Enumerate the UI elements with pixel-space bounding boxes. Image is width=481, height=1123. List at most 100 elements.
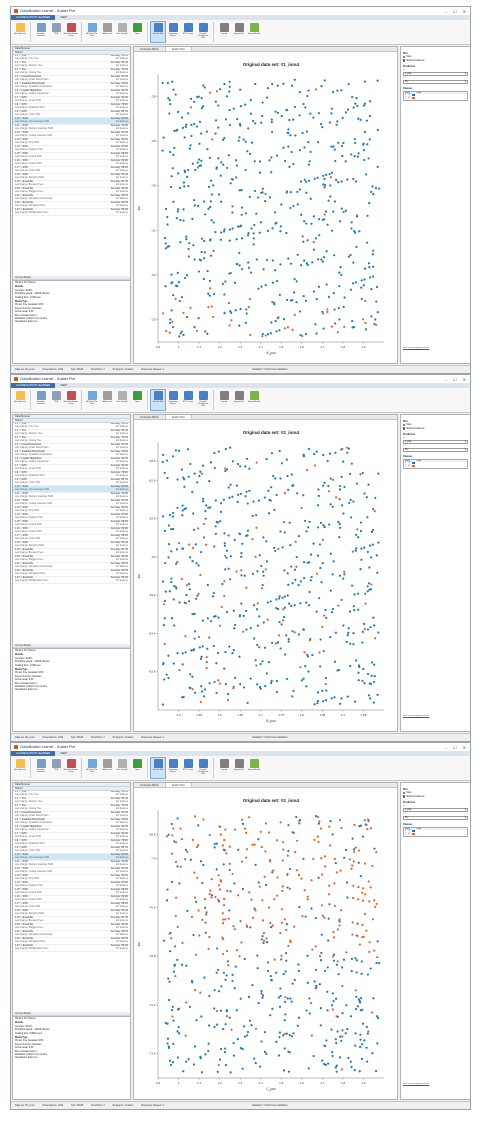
model-list-item[interactable]: 1.13 ☆ KNN Accuracy: 90.2% Last change: Fi… xyxy=(13,507,130,514)
scatter-plot[interactable]: Original data set: #2_inout1.5 1.55 1.6 1.6… xyxy=(134,420,399,733)
document-tab[interactable]: Scatter Plot xyxy=(165,47,192,51)
model-list-item[interactable]: 1.17 ☆ KNN Accuracy: 88.0% Last change: Cu… xyxy=(13,903,130,910)
toolstrip-button[interactable]: Layout xyxy=(217,390,231,410)
radio-icon[interactable] xyxy=(403,424,406,427)
model-list-item[interactable]: 1.16 ☆ KNN Accuracy: 86.9% Last change: Co… xyxy=(13,160,130,167)
model-list-item[interactable]: 1.3 ☆ Tree Accuracy: 76.2% Last change: Co… xyxy=(13,437,130,444)
model-list-item[interactable]: 1.12 ☆ SVM Accuracy: 62.5% Last change: Co… xyxy=(13,132,130,139)
toolstrip-button[interactable]: New Session xyxy=(13,390,27,410)
class-color-swatch[interactable] xyxy=(412,97,416,100)
radio-icon[interactable] xyxy=(403,59,406,62)
model-list-item[interactable]: 1.5 ☆ Quadratic Discriminant Accuracy: 61… xyxy=(13,83,130,90)
model-list-item[interactable]: 1.21 ☆ Ensemble Accuracy: 63.0% Last chang… xyxy=(13,563,130,570)
toolstrip-button[interactable]: ROC Curve xyxy=(181,22,195,42)
toolstrip-button[interactable]: Parallel Coordinates Plot xyxy=(196,758,210,778)
scatter-plot[interactable]: Original data set: #1_inout0.9 1 1.1 1.2 1.3… xyxy=(134,52,399,365)
document-tab[interactable]: Confusion Matrix xyxy=(134,415,166,419)
model-list-item[interactable]: 1.1 ☆ Tree Accuracy: 85.4% Last change: Fi… xyxy=(13,55,130,62)
document-tab[interactable]: Scatter Plot xyxy=(165,783,192,787)
model-list-item[interactable]: 1.10 ☆ SVM Accuracy: 94.8% Last change: Fi… xyxy=(13,118,130,125)
model-list-item[interactable]: 1.19 ☆ Ensemble Accuracy: 85.7% Last chang… xyxy=(13,549,130,556)
model-list-item[interactable]: 1.11 ☆ SVM Accuracy: 79.4% Last change: Me… xyxy=(13,861,130,868)
model-list-item[interactable]: 1.18 ☆ KNN Accuracy: 89.1% Last change: We… xyxy=(13,910,130,917)
model-list-item[interactable]: 1.9 ☆ SVM Accuracy: 88.7% Last change: Cub… xyxy=(13,847,130,854)
model-list-item[interactable]: 1.19 ☆ Ensemble Accuracy: 85.7% Last chang… xyxy=(13,181,130,188)
toolstrip-button[interactable]: Advanced xyxy=(100,22,114,42)
model-list-item[interactable]: 1.3 ☆ Tree Accuracy: 76.2% Last change: Co… xyxy=(13,805,130,812)
toolstrip-button[interactable]: Scatter Plot xyxy=(150,389,166,411)
model-list-item[interactable]: 1.20 ☆ Ensemble Accuracy: 92.6% Last chang… xyxy=(13,556,130,563)
toolstrip-button[interactable]: Confusion Matrix xyxy=(166,390,180,410)
toolstrip-button[interactable]: Feature Selection xyxy=(34,390,48,410)
toolstrip-button[interactable]: Export Plot xyxy=(232,390,246,410)
model-list-item[interactable]: 1.16 ☆ KNN Accuracy: 86.9% Last change: Co… xyxy=(13,528,130,535)
toolstrip-button[interactable]: Train xyxy=(130,390,144,410)
document-tab[interactable]: Scatter Plot xyxy=(165,415,192,419)
toolstrip-button[interactable]: Layout xyxy=(217,22,231,42)
plot-option[interactable]: Model predictions xyxy=(403,59,468,62)
model-list-item[interactable]: 1.1 ☆ Tree Accuracy: 85.4% Last change: Fi… xyxy=(13,423,130,430)
model-list-item[interactable]: 1.7 ☆ SVM Accuracy: 60.4% Last change: Lin… xyxy=(13,465,130,472)
model-list-item[interactable]: 1.3 ☆ Tree Accuracy: 76.2% Last change: Co… xyxy=(13,69,130,76)
checkbox-icon[interactable]: ☑ xyxy=(408,462,410,464)
toolstrip-button[interactable]: Export Model xyxy=(247,390,261,410)
maximize-button[interactable]: ☐ xyxy=(453,745,457,750)
model-list-item[interactable]: 1.22 ☆ Ensemble Accuracy: 89.5% Last chang… xyxy=(13,938,130,945)
x-predictor-select[interactable]: x_pos ▾ xyxy=(403,71,468,76)
minimize-button[interactable]: – xyxy=(445,377,447,382)
document-tab[interactable]: Confusion Matrix xyxy=(134,783,166,787)
maximize-button[interactable]: ☐ xyxy=(453,9,457,14)
model-list-item[interactable]: 1.18 ☆ KNN Accuracy: 89.1% Last change: We… xyxy=(13,542,130,549)
model-list-item[interactable]: 1.9 ☆ SVM Accuracy: 88.7% Last change: Cub… xyxy=(13,111,130,118)
toolstrip-button[interactable]: All Quick-To-Train xyxy=(85,758,99,778)
model-list-item[interactable]: 1.7 ☆ SVM Accuracy: 60.4% Last change: Lin… xyxy=(13,97,130,104)
toolstrip-button[interactable]: ROC Curve xyxy=(181,390,195,410)
model-list-item[interactable]: 1.2 ☆ Tree Accuracy: 83.1% Last change: Me… xyxy=(13,798,130,805)
model-list-item[interactable]: 1.8 ☆ SVM Accuracy: 78.9% Last change: Qua… xyxy=(13,472,130,479)
model-list-item[interactable]: 1.4 ☆ Linear Discriminant Accuracy: 60.5%… xyxy=(13,76,130,83)
class-row[interactable]: 1 ☑ xyxy=(404,97,467,100)
toolstrip-button[interactable]: Export Plot xyxy=(232,758,246,778)
model-list-item[interactable]: 1.23 ☆ Ensemble Accuracy: 85.3% Last chang… xyxy=(13,945,130,952)
checkbox-icon[interactable]: ☑ xyxy=(408,97,410,99)
checkbox-icon[interactable]: ☑ xyxy=(408,465,410,467)
toolstrip-button[interactable]: Train xyxy=(130,758,144,778)
model-list-item[interactable]: 1.17 ☆ KNN Accuracy: 88.0% Last change: Cu… xyxy=(13,167,130,174)
toolstrip-button[interactable]: Parallel Coordinates Plot xyxy=(196,22,210,42)
model-list-item[interactable]: 1.19 ☆ Ensemble Accuracy: 85.7% Last chang… xyxy=(13,917,130,924)
model-list-item[interactable]: 1.1 ☆ Tree Accuracy: 85.4% Last change: Fi… xyxy=(13,791,130,798)
model-list-item[interactable]: 1.22 ☆ Ensemble Accuracy: 89.5% Last chang… xyxy=(13,202,130,209)
toolstrip-button[interactable]: Scatter Plot xyxy=(150,757,166,779)
toolstrip-button[interactable]: Export Plot xyxy=(232,22,246,42)
toolstrip-button[interactable]: Layout xyxy=(217,758,231,778)
plot-option[interactable]: Data xyxy=(403,424,468,427)
maximize-button[interactable]: ☐ xyxy=(453,377,457,382)
model-list-item[interactable]: 1.8 ☆ SVM Accuracy: 78.9% Last change: Qua… xyxy=(13,104,130,111)
model-list-item[interactable]: 1.13 ☆ KNN Accuracy: 90.2% Last change: Fi… xyxy=(13,875,130,882)
checkbox-icon[interactable]: ☑ xyxy=(408,833,410,835)
model-list-item[interactable]: 1.11 ☆ SVM Accuracy: 79.4% Last change: Me… xyxy=(13,493,130,500)
x-predictor-select[interactable]: x_pos ▾ xyxy=(403,807,468,812)
model-list-item[interactable]: 1.7 ☆ SVM Accuracy: 60.4% Last change: Lin… xyxy=(13,833,130,840)
toolstrip-button[interactable]: Use Parallel xyxy=(115,390,129,410)
toolstrip-button[interactable]: PCA xyxy=(49,390,63,410)
toolstrip-button[interactable]: Export Model xyxy=(247,22,261,42)
model-list-item[interactable]: 1.21 ☆ Ensemble Accuracy: 63.0% Last chang… xyxy=(13,931,130,938)
plot-option[interactable]: Model predictions xyxy=(403,427,468,430)
model-list-item[interactable]: 1.23 ☆ Ensemble Accuracy: 85.3% Last chang… xyxy=(13,209,130,216)
toolstrip-button[interactable]: ROC Curve xyxy=(181,758,195,778)
toolstrip-button[interactable]: Misclassification Costs xyxy=(64,758,78,778)
toolstrip-button[interactable]: PCA xyxy=(49,758,63,778)
class-color-swatch[interactable] xyxy=(412,465,416,468)
model-list-item[interactable]: 1.2 ☆ Tree Accuracy: 83.1% Last change: Me… xyxy=(13,430,130,437)
x-predictor-select[interactable]: x_pos ▾ xyxy=(403,439,468,444)
toolstrip-button[interactable]: New Session xyxy=(13,758,27,778)
model-list-item[interactable]: 1.4 ☆ Linear Discriminant Accuracy: 60.5%… xyxy=(13,812,130,819)
model-list-item[interactable]: 1.16 ☆ KNN Accuracy: 86.9% Last change: Co… xyxy=(13,896,130,903)
model-list-item[interactable]: 1.13 ☆ KNN Accuracy: 90.2% Last change: Fi… xyxy=(13,139,130,146)
help-link[interactable]: How to investigate features xyxy=(403,347,429,349)
toolstrip-button[interactable]: Misclassification Costs xyxy=(64,22,78,42)
toolstrip-button[interactable]: PCA xyxy=(49,22,63,42)
toolstrip-button[interactable]: Confusion Matrix xyxy=(166,758,180,778)
toolstrip-button[interactable]: Scatter Plot xyxy=(150,21,166,43)
